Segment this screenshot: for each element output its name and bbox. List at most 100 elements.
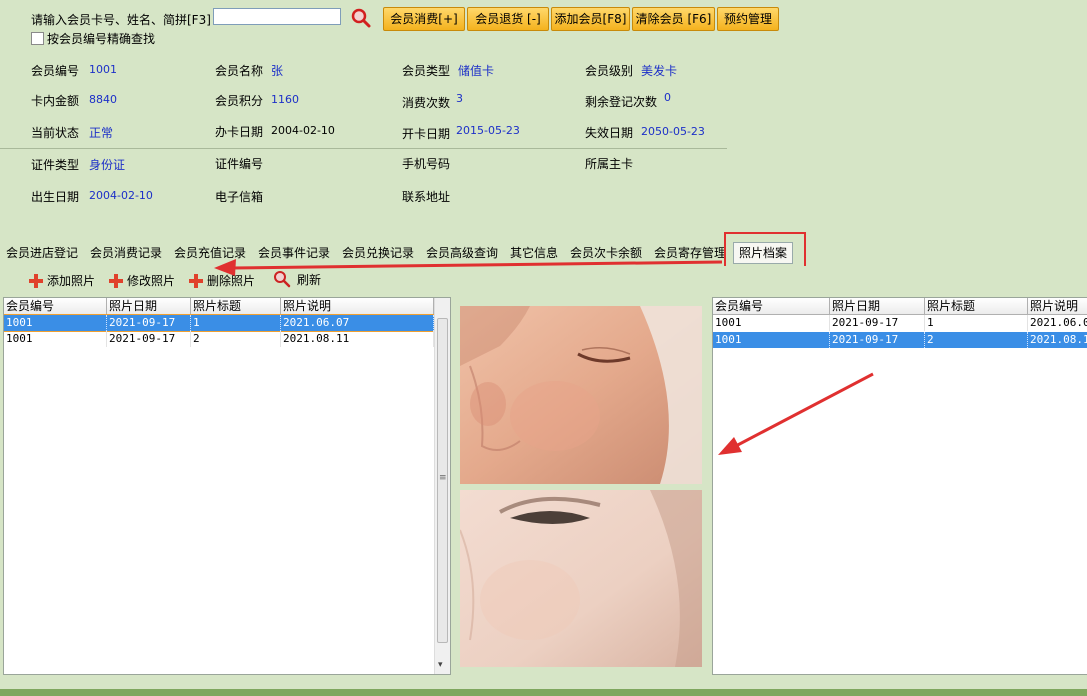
cell-photo-desc: 2021.08.11: [1028, 332, 1087, 348]
birth-date-value: 2004-02-10: [89, 189, 153, 202]
booking-management-button[interactable]: 预约管理: [717, 7, 779, 31]
table-row[interactable]: 1001 2021-09-17 1 2021.06.07: [4, 314, 435, 332]
add-photo-button[interactable]: 添加照片: [29, 272, 95, 289]
left-grid-scrollbar[interactable]: ≡ ▾: [434, 298, 450, 674]
delete-photo-button[interactable]: 删除照片: [189, 272, 255, 289]
column-member-no[interactable]: 会员编号: [4, 298, 107, 314]
phone-label: 手机号码: [402, 157, 451, 171]
scroll-down-icon[interactable]: ▾: [438, 660, 443, 670]
column-photo-title[interactable]: 照片标题: [925, 298, 1028, 314]
member-level-value: 美发卡: [641, 64, 678, 78]
refresh-label: 刷新: [297, 273, 322, 287]
card-issue-date-label: 办卡日期: [215, 125, 264, 139]
edit-photo-label: 修改照片: [127, 274, 176, 288]
clear-member-button[interactable]: 清除会员 [F6]: [632, 7, 715, 31]
exact-search-checkbox[interactable]: 按会员编号精确查找: [31, 30, 155, 47]
checkbox-box[interactable]: [31, 32, 44, 45]
member-return-button[interactable]: 会员退货 [-]: [467, 7, 549, 31]
member-name-label: 会员名称: [215, 64, 264, 78]
member-type-value: 储值卡: [458, 64, 495, 78]
cell-photo-date: 2021-09-17: [107, 315, 191, 331]
status-bar: [0, 689, 1087, 696]
table-row[interactable]: 1001 2021-09-17 1 2021.06.07: [713, 315, 1087, 331]
cell-member-no: 1001: [713, 332, 830, 348]
birth-date-label: 出生日期: [31, 190, 80, 204]
tab-consume-records[interactable]: 会员消费记录: [90, 244, 162, 261]
member-name-value: 张: [271, 64, 284, 78]
table-row[interactable]: 1001 2021-09-17 2 2021.08.11: [713, 332, 1087, 348]
add-member-button[interactable]: 添加会员[F8]: [551, 7, 630, 31]
plus-icon: [109, 274, 123, 288]
cell-member-no: 1001: [4, 315, 107, 331]
main-card-label: 所属主卡: [585, 157, 634, 171]
cell-photo-date: 2021-09-17: [830, 332, 925, 348]
grid-header: 会员编号 照片日期 照片标题 照片说明: [713, 298, 1087, 315]
add-photo-label: 添加照片: [47, 274, 96, 288]
member-consume-button[interactable]: 会员消费[+]: [383, 7, 465, 31]
search-button[interactable]: [350, 7, 372, 29]
tab-times-card-balance[interactable]: 会员次卡余额: [570, 244, 642, 261]
card-issue-date-value: 2004-02-10: [271, 124, 335, 137]
tab-exchange-records[interactable]: 会员兑换记录: [342, 244, 414, 261]
cell-photo-title: 2: [925, 332, 1028, 348]
photo-1-image: [460, 306, 702, 484]
exact-search-label: 按会员编号精确查找: [47, 32, 156, 46]
tab-storage-management[interactable]: 会员寄存管理: [654, 244, 726, 261]
grip-icon: ≡: [439, 473, 447, 483]
cell-photo-title: 1: [191, 315, 281, 331]
tab-advanced-query[interactable]: 会员高级查询: [426, 244, 498, 261]
cell-member-no: 1001: [713, 315, 830, 331]
open-date-value: 2015-05-23: [456, 124, 520, 137]
expire-date-label: 失效日期: [585, 126, 634, 140]
member-no-value: 1001: [89, 63, 117, 76]
refresh-button[interactable]: 刷新: [273, 270, 321, 288]
status-value: 正常: [89, 126, 114, 140]
tab-recharge-records[interactable]: 会员充值记录: [174, 244, 246, 261]
edit-photo-button[interactable]: 修改照片: [109, 272, 175, 289]
search-input[interactable]: [213, 8, 341, 25]
column-photo-desc[interactable]: 照片说明: [1028, 298, 1087, 314]
id-type-value: 身份证: [89, 158, 126, 172]
column-photo-title[interactable]: 照片标题: [191, 298, 281, 314]
photo-toolbar: 添加照片 修改照片 删除照片 刷新: [0, 266, 1087, 295]
tab-store-checkin[interactable]: 会员进店登记: [6, 244, 78, 261]
column-photo-date[interactable]: 照片日期: [107, 298, 191, 314]
cell-member-no: 1001: [4, 331, 107, 347]
cell-photo-date: 2021-09-17: [107, 331, 191, 347]
annotation-highlight-box: [724, 232, 806, 269]
delete-photo-label: 删除照片: [207, 274, 256, 288]
tab-bar: 会员进店登记 会员消费记录 会员充值记录 会员事件记录 会员兑换记录 会员高级查…: [0, 240, 1087, 264]
member-no-label: 会员编号: [31, 64, 80, 78]
email-label: 电子信箱: [215, 190, 264, 204]
points-value: 1160: [271, 93, 299, 106]
divider-middle: [0, 148, 727, 149]
consume-count-value: 3: [456, 92, 463, 105]
table-row[interactable]: 1001 2021-09-17 2 2021.08.11: [4, 331, 434, 347]
member-level-label: 会员级别: [585, 64, 634, 78]
open-date-label: 开卡日期: [402, 127, 451, 141]
tab-event-records[interactable]: 会员事件记录: [258, 244, 330, 261]
tab-other-info[interactable]: 其它信息: [510, 244, 558, 261]
face-photo-2[interactable]: [460, 490, 702, 667]
plus-icon: [189, 274, 203, 288]
cell-photo-desc: 2021.06.07: [281, 315, 434, 331]
cell-photo-desc: 2021.08.11: [281, 331, 434, 347]
grid-header: 会员编号 照片日期 照片标题 照片说明: [4, 298, 434, 315]
search-icon: [274, 271, 291, 288]
search-label: 请输入会员卡号、姓名、简拼[F3]: [31, 13, 211, 27]
status-label: 当前状态: [31, 126, 80, 140]
remaining-count-value: 0: [664, 91, 671, 104]
member-type-label: 会员类型: [402, 64, 451, 78]
plus-icon: [29, 274, 43, 288]
points-label: 会员积分: [215, 94, 264, 108]
column-photo-date[interactable]: 照片日期: [830, 298, 925, 314]
column-photo-desc[interactable]: 照片说明: [281, 298, 434, 314]
right-photo-grid: 会员编号 照片日期 照片标题 照片说明 1001 2021-09-17 1 20…: [712, 297, 1087, 675]
cell-photo-title: 1: [925, 315, 1028, 331]
column-member-no[interactable]: 会员编号: [713, 298, 830, 314]
remaining-count-label: 剩余登记次数: [585, 95, 658, 109]
address-label: 联系地址: [402, 190, 451, 204]
member-info-panel: 会员编号 1001 会员名称 张 会员类型 储值卡 会员级别 美发卡 卡内金额 …: [0, 52, 1087, 232]
face-photo-1[interactable]: [460, 306, 702, 484]
photo-2-image: [460, 490, 702, 667]
